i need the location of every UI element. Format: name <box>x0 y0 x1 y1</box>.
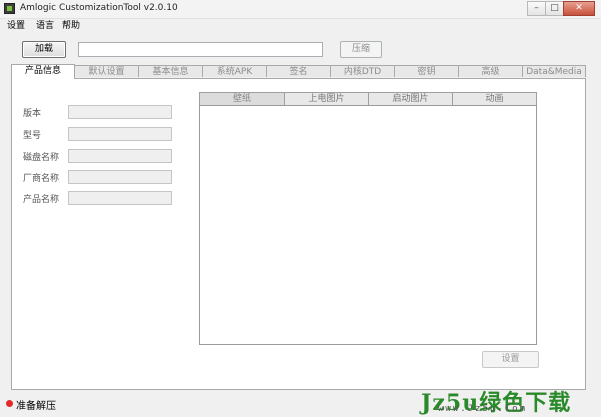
inner-tab-wallpaper[interactable]: 壁纸 <box>199 92 285 105</box>
set-button[interactable]: 设置 <box>482 351 539 368</box>
tab-keys[interactable]: 密钥 <box>394 65 459 77</box>
inner-tab-animation[interactable]: 动画 <box>452 92 537 105</box>
version-field[interactable] <box>68 105 172 119</box>
field-label-version: 版本 <box>23 109 42 119</box>
menu-help[interactable]: 帮助 <box>62 18 80 31</box>
tab-data-media[interactable]: Data&Media <box>522 65 586 77</box>
disk-name-field[interactable] <box>68 149 172 163</box>
title-bar: Amlogic CustomizationTool v2.0.10 – □ ✕ <box>0 0 601 19</box>
minimize-button[interactable]: – <box>527 1 546 16</box>
tab-advanced[interactable]: 高级 <box>458 65 523 77</box>
window-title: Amlogic CustomizationTool v2.0.10 <box>20 3 178 13</box>
field-label-model: 型号 <box>23 131 42 141</box>
inner-tab-poweron-image[interactable]: 上电图片 <box>284 92 369 105</box>
status-indicator-icon <box>6 400 13 407</box>
tab-basic-info[interactable]: 基本信息 <box>138 65 203 77</box>
maximize-button[interactable]: □ <box>545 1 564 16</box>
tab-default-settings[interactable]: 默认设置 <box>74 65 139 77</box>
close-button[interactable]: ✕ <box>563 1 595 16</box>
menu-language[interactable]: 语言 <box>36 18 54 31</box>
menu-settings[interactable]: 设置 <box>7 18 25 31</box>
field-label-disk-name: 磁盘名称 <box>23 153 60 163</box>
menu-bar: 设置 语言 帮助 <box>0 18 601 31</box>
vendor-name-field[interactable] <box>68 170 172 184</box>
inner-tab-boot-image[interactable]: 启动图片 <box>368 92 453 105</box>
tab-kernel-dtd[interactable]: 内核DTD <box>330 65 395 77</box>
main-tabs: 产品信息 默认设置 基本信息 系统APK 签名 内核DTD 密钥 高级 Data… <box>11 64 586 79</box>
load-button[interactable]: 加载 <box>22 41 66 58</box>
app-icon <box>4 3 15 14</box>
window-controls: – □ ✕ <box>527 1 595 16</box>
tab-system-apk[interactable]: 系统APK <box>202 65 267 77</box>
image-preview-panel <box>199 105 537 345</box>
field-label-vendor-name: 厂商名称 <box>23 174 60 184</box>
path-input[interactable] <box>78 42 323 57</box>
tab-product-info[interactable]: 产品信息 <box>11 64 75 79</box>
tab-signature[interactable]: 签名 <box>266 65 331 77</box>
watermark-url: www.Jz5u.Com <box>438 404 528 414</box>
field-label-product-name: 产品名称 <box>23 195 60 205</box>
status-text: 准备解压 <box>16 401 56 412</box>
product-name-field[interactable] <box>68 191 172 205</box>
model-field[interactable] <box>68 127 172 141</box>
compress-button[interactable]: 压缩 <box>340 41 382 58</box>
